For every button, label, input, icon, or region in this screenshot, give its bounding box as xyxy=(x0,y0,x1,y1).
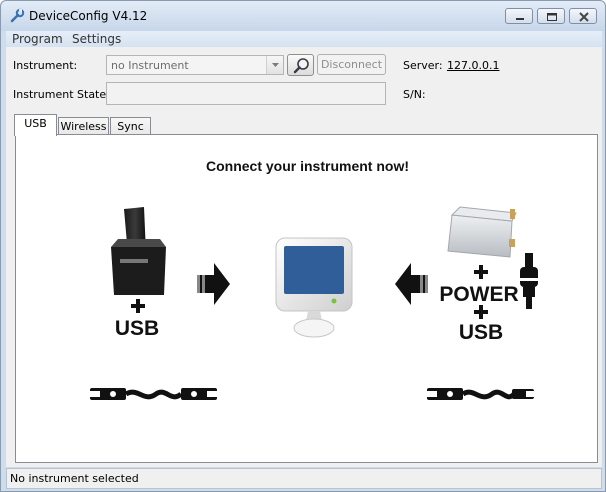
serial-number-label: S/N: xyxy=(403,88,426,101)
power-caption: POWER xyxy=(439,283,518,306)
usb-cable-icon xyxy=(427,388,534,400)
title-bar[interactable]: DeviceConfig V4.12 xyxy=(1,1,605,31)
instrument-dropdown[interactable]: no Instrument xyxy=(106,55,284,75)
close-button[interactable] xyxy=(569,8,597,24)
close-icon xyxy=(579,12,589,22)
left-usb-caption: USB xyxy=(115,317,159,340)
wireless-modem-icon xyxy=(447,206,517,258)
dropdown-arrow[interactable] xyxy=(266,56,283,74)
tab-usb[interactable]: USB xyxy=(14,114,57,136)
docking-cradle-icon xyxy=(111,207,166,295)
plus-icon xyxy=(474,265,488,279)
instrument-label: Instrument: xyxy=(13,59,78,72)
search-button[interactable] xyxy=(287,54,314,76)
server-address-link[interactable]: 127.0.0.1 xyxy=(447,59,499,72)
chevron-down-icon xyxy=(272,63,279,67)
instrument-state-label: Instrument State: xyxy=(13,88,110,101)
arrow-left-icon xyxy=(395,263,428,305)
server-label: Server: xyxy=(403,59,443,72)
connection-illustration: USB POWER USB xyxy=(90,206,538,400)
menu-settings[interactable]: Settings xyxy=(72,31,121,47)
instrument-value: no Instrument xyxy=(111,59,189,72)
window-title: DeviceConfig V4.12 xyxy=(29,9,148,23)
status-bar: No instrument selected xyxy=(6,468,602,489)
plus-icon xyxy=(131,299,145,313)
usb-cable-icon xyxy=(90,388,217,400)
right-usb-caption: USB xyxy=(459,321,503,344)
wrench-icon xyxy=(10,8,25,23)
usb-tab-panel: Connect your instrument now! USB POWER U… xyxy=(15,134,598,463)
app-window: DeviceConfig V4.12 Program Settings Inst… xyxy=(0,0,606,492)
plus-icon xyxy=(474,305,488,319)
minimize-button[interactable] xyxy=(505,8,533,24)
search-icon xyxy=(293,58,309,74)
maximize-button[interactable] xyxy=(537,8,565,24)
disconnect-button[interactable]: Disconnect xyxy=(317,54,386,75)
main-content: Instrument: no Instrument Disconnect Ser… xyxy=(6,47,602,467)
computer-monitor-icon xyxy=(275,237,353,338)
status-text: No instrument selected xyxy=(10,472,139,485)
arrow-right-icon xyxy=(197,263,230,305)
instrument-state-field xyxy=(106,82,386,105)
maximize-icon xyxy=(547,13,557,21)
minimize-icon xyxy=(516,18,524,20)
power-plug-icon xyxy=(520,253,538,309)
menu-program[interactable]: Program xyxy=(12,31,63,47)
menu-bar: Program Settings xyxy=(6,31,602,47)
